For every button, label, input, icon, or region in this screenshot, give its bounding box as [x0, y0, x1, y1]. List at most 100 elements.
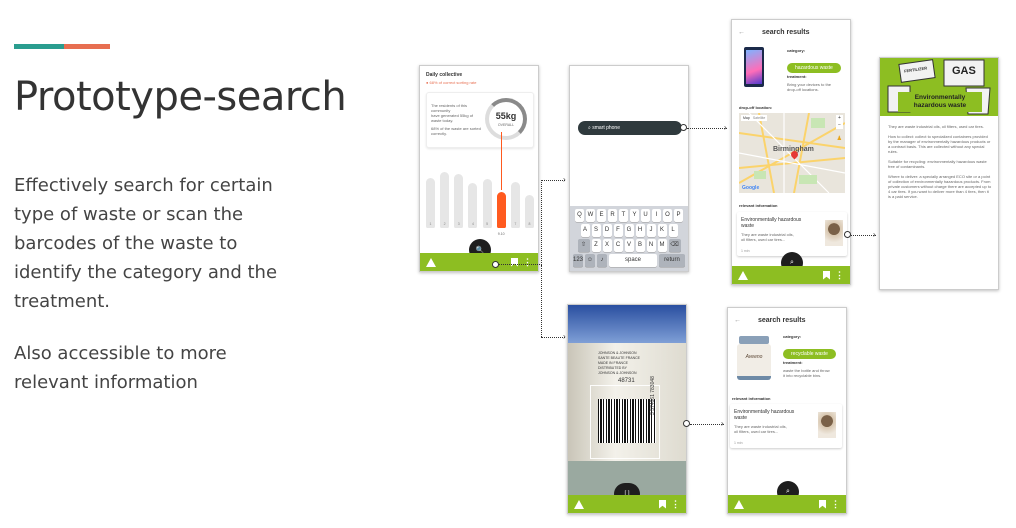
key-x[interactable]: X	[602, 239, 612, 252]
key-a[interactable]: A	[580, 224, 590, 237]
arrow-icon: ›	[724, 123, 727, 132]
card-meta: 1 min	[741, 249, 750, 253]
warning-icon[interactable]	[738, 270, 748, 280]
key-q[interactable]: Q	[575, 209, 584, 222]
card-text: They are waste industrial oils, oil filt…	[741, 232, 794, 242]
article-title: Environmentally hazardous waste	[898, 92, 982, 112]
backspace-key[interactable]: ⌫	[668, 239, 681, 252]
chart-bar[interactable]	[496, 192, 506, 228]
article-paragraph: They are waste industrial oils, oil filt…	[888, 124, 984, 129]
key-g[interactable]: G	[624, 224, 634, 237]
chart-bar[interactable]	[482, 179, 492, 228]
dropoff-map[interactable]: Map Satellite Birmingham + − ♟ Google	[739, 113, 845, 193]
shift-key[interactable]: ⇧	[577, 239, 590, 252]
more-icon[interactable]: ⋮	[523, 257, 532, 268]
key-t[interactable]: T	[619, 209, 628, 222]
mic-key[interactable]: ♪	[597, 254, 607, 267]
bookmark-icon[interactable]	[511, 257, 518, 267]
numbers-key[interactable]: 123	[573, 254, 583, 267]
chart-bar[interactable]	[426, 177, 435, 228]
article-hero-image: FERTILIZER GAS Environmentally hazardous…	[880, 58, 998, 116]
bookmark-icon[interactable]	[819, 499, 826, 509]
more-icon[interactable]: ⋮	[835, 270, 844, 281]
highlight-line	[501, 132, 503, 190]
key-f[interactable]: F	[613, 224, 623, 237]
zoom-controls[interactable]: + −	[836, 115, 843, 129]
cat-thumbnail	[825, 220, 843, 246]
warning-icon[interactable]	[734, 499, 744, 509]
key-r[interactable]: R	[608, 209, 617, 222]
more-icon[interactable]: ⋮	[831, 499, 840, 510]
bottom-nav: ⋮	[728, 495, 846, 513]
key-j[interactable]: J	[646, 224, 656, 237]
warning-icon[interactable]	[574, 499, 584, 509]
article-paragraph: How to collect: collect to specialized c…	[888, 134, 991, 154]
chart-bar[interactable]	[440, 171, 450, 228]
summary-line: have generated 55kg of waste today.	[431, 113, 474, 123]
key-w[interactable]: W	[586, 209, 595, 222]
space-key[interactable]: space	[609, 254, 657, 267]
emoji-key[interactable]: ☺	[585, 254, 595, 267]
key-l[interactable]: L	[668, 224, 678, 237]
card-text: They are waste industrial oils, oil filt…	[734, 424, 787, 434]
back-icon[interactable]: ←	[738, 29, 745, 36]
card-meta: 1 min	[734, 441, 743, 445]
warning-icon[interactable]	[426, 257, 436, 267]
key-p[interactable]: P	[674, 209, 683, 222]
key-u[interactable]: U	[641, 209, 650, 222]
map-tab[interactable]: Map	[743, 116, 750, 120]
results-title: search results	[762, 29, 810, 36]
keyboard-bottom-row: 123 ☺ ♪ space return	[572, 254, 686, 267]
progress-ring: 55kg OVERALL	[485, 98, 527, 140]
relevant-info-card[interactable]: Environmentally hazardous waste They are…	[737, 212, 847, 256]
summary-line: 68% of the waste are sorted correctly.	[431, 126, 481, 136]
smartphone-screen	[746, 50, 762, 84]
product-jar-image: Aveeno	[736, 336, 772, 382]
return-key[interactable]: return	[659, 254, 685, 267]
article-paragraph: Where to deliver: a specially arranged E…	[888, 174, 992, 199]
key-h[interactable]: H	[635, 224, 645, 237]
sorting-rate-text: ● 68% of correct sorting rate	[426, 80, 477, 85]
key-e[interactable]: E	[597, 209, 606, 222]
description-line: treatment.	[14, 291, 111, 312]
article-body: They are waste industrial oils, oil filt…	[888, 124, 992, 199]
accent-teal	[14, 44, 64, 49]
bottom-nav: ⋮	[420, 253, 538, 271]
smartphone-image	[744, 47, 764, 87]
map-type-tabs[interactable]: Map Satellite	[741, 115, 768, 121]
card-title: Environmentally hazardous waste	[734, 409, 795, 421]
description-line: barcodes of the waste to	[14, 233, 238, 254]
bar-label: 2	[443, 222, 446, 226]
satellite-tab[interactable]: Satellite	[753, 116, 765, 120]
camera-background	[568, 305, 686, 343]
key-o[interactable]: O	[663, 209, 672, 222]
key-b[interactable]: B	[635, 239, 645, 252]
bookmark-icon[interactable]	[823, 270, 830, 280]
card-title: Environmentally hazardous waste	[741, 217, 802, 229]
treatment-label: treatment:	[783, 360, 803, 365]
street-view-icon[interactable]: ♟	[837, 135, 842, 142]
label-line: JOHNSON & JOHNSON	[598, 371, 637, 375]
key-m[interactable]: M	[657, 239, 667, 252]
key-y[interactable]: Y	[630, 209, 639, 222]
description-line: type of waste or scan the	[14, 204, 244, 225]
more-icon[interactable]: ⋮	[671, 499, 680, 510]
key-z[interactable]: Z	[591, 239, 601, 252]
flow-connector	[496, 264, 542, 265]
back-icon[interactable]: ←	[734, 317, 741, 324]
key-d[interactable]: D	[602, 224, 612, 237]
product-label-text: JOHNSON & JOHNSON SANTE BEAUTE FRANCE MA…	[598, 351, 640, 384]
key-i[interactable]: I	[652, 209, 661, 222]
search-input[interactable]: smart phone	[592, 125, 620, 131]
key-k[interactable]: K	[657, 224, 667, 237]
flow-node	[683, 420, 690, 427]
accent-orange	[64, 44, 110, 49]
bookmark-icon[interactable]	[659, 499, 666, 509]
key-n[interactable]: N	[646, 239, 656, 252]
relevant-info-card[interactable]: Environmentally hazardous waste They are…	[730, 404, 842, 448]
key-c[interactable]: C	[613, 239, 623, 252]
search-bar[interactable]: ⌕ smart phone	[578, 121, 682, 135]
chart-bar[interactable]	[454, 174, 464, 228]
key-s[interactable]: S	[591, 224, 601, 237]
key-v[interactable]: V	[624, 239, 634, 252]
